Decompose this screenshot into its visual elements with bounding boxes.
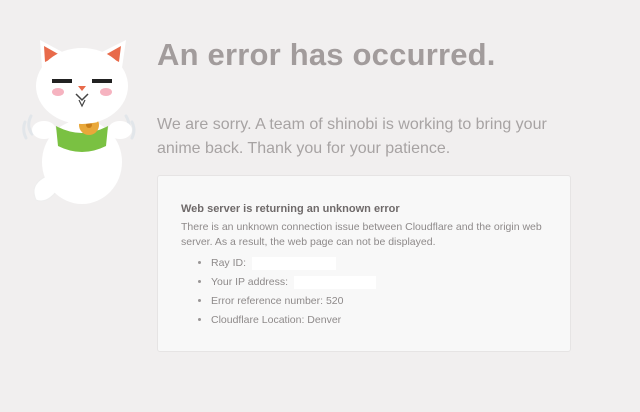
page-title: An error has occurred.	[157, 37, 496, 72]
ip-address-label: Your IP address:	[211, 276, 289, 288]
ray-id-item: Ray ID:	[211, 254, 547, 273]
ip-address-item: Your IP address:	[211, 273, 547, 292]
error-reference-item: Error reference number: 520	[211, 292, 547, 311]
error-heading: Web server is returning an unknown error	[181, 203, 400, 215]
cloudflare-location-item: Cloudflare Location: Denver	[211, 311, 547, 330]
ray-id-label: Ray ID:	[211, 257, 247, 269]
page-subtitle: We are sorry. A team of shinobi is worki…	[157, 116, 547, 157]
ray-id-value-redacted	[252, 256, 337, 270]
lucky-cat-mascot-icon	[22, 40, 136, 204]
error-details-list: Ray ID: Your IP address: Error reference…	[181, 254, 547, 330]
error-description: There is an unknown connection issue bet…	[181, 221, 542, 248]
ip-address-value-redacted	[294, 275, 377, 289]
error-page: An error has occurred. We are sorry. A t…	[0, 0, 640, 412]
error-details-card: Web server is returning an unknown error…	[157, 175, 571, 352]
